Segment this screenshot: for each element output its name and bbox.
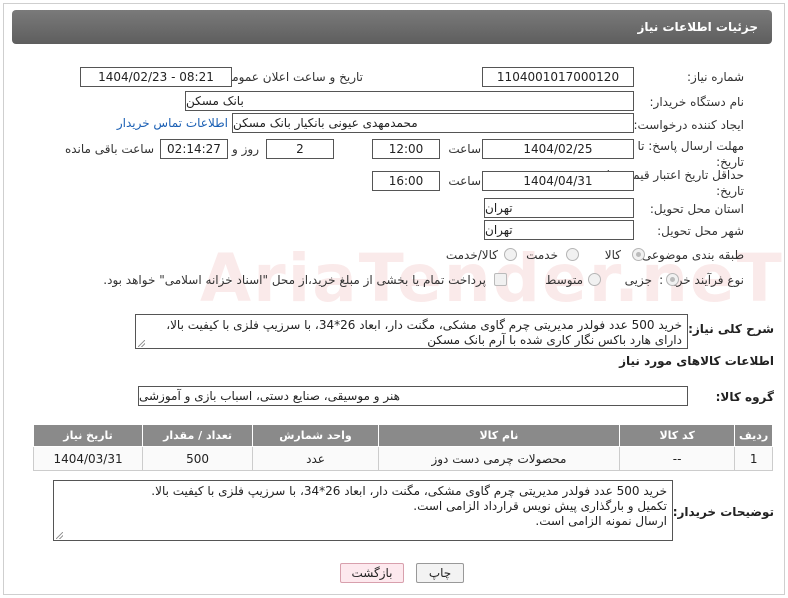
category-label: طبقه بندی موضوعی: [637, 248, 744, 262]
category-goods-label: کالا [604, 248, 621, 262]
deadline-label: مهلت ارسال پاسخ: تا تاریخ: [637, 139, 744, 169]
col-code: کد کالا [618, 424, 736, 447]
panel-title: جزئیات اطلاعات نیاز [637, 20, 758, 34]
contact-info-link[interactable]: اطلاعات تماس خریدار [117, 116, 228, 130]
validity-date-field: 1404/04/31 [482, 171, 634, 191]
days-label: روز و [232, 142, 259, 156]
category-service-radio[interactable] [566, 248, 579, 261]
process-medium-label: متوسط [545, 273, 583, 287]
category-both-radio[interactable] [504, 248, 517, 261]
creator-label: ایجاد کننده درخواست: [633, 118, 744, 132]
resize-grip-icon[interactable] [56, 532, 63, 539]
description-textarea[interactable]: خرید 500 عدد فولدر مدیریتی چرم گاوی مشکی… [135, 314, 688, 349]
goods-table-header: ردیف کد کالا نام کالا واحد شمارش تعداد /… [32, 424, 773, 447]
remaining-label: ساعت باقی مانده [64, 142, 154, 156]
announce-field: 1404/02/23 - 08:21 [80, 67, 232, 87]
print-button[interactable]: چاپ [416, 563, 464, 583]
goods-info-heading: اطلاعات کالاهای مورد نیاز [619, 354, 774, 368]
process-medium-radio[interactable] [588, 273, 601, 286]
col-name: نام کالا [377, 424, 620, 447]
buyer-org-field: بانک مسکن [185, 91, 634, 111]
deadline-date-field: 1404/02/25 [482, 139, 634, 159]
province-field: تهران [484, 198, 634, 218]
province-label: استان محل تحویل: [649, 202, 744, 216]
process-partial-label: جزیی [624, 273, 652, 287]
creator-field: محمدمهدی عیونی بانکیار بانک مسکن [232, 113, 634, 133]
goods-table: ردیف کد کالا نام کالا واحد شمارش تعداد /… [32, 424, 773, 471]
panel-header: جزئیات اطلاعات نیاز [12, 10, 772, 44]
city-label: شهر محل تحویل: [657, 224, 744, 238]
back-button[interactable]: بازگشت [340, 563, 404, 583]
description-label: شرح کلی نیاز: [688, 322, 774, 336]
need-number-field: 1104001017000120 [482, 67, 634, 87]
cell-row: 1 [734, 446, 773, 471]
cell-date: 1404/03/31 [32, 446, 144, 471]
goods-group-label: گروه کالا: [715, 390, 774, 404]
buyer-notes-textarea[interactable]: خرید 500 عدد فولدر مدیریتی چرم گاوی مشکی… [53, 480, 673, 541]
col-date: تاریخ نیاز [32, 424, 144, 447]
buyer-org-label: نام دستگاه خریدار: [649, 95, 745, 109]
validity-time-field: 16:00 [372, 171, 440, 191]
cell-name: محصولات چرمی دست دوز [377, 446, 620, 471]
deadline-time-label: ساعت [448, 142, 481, 156]
col-unit: واحد شمارش [252, 424, 379, 447]
buyer-notes-label: توضیحات خریدار: [672, 505, 774, 519]
city-field: تهران [484, 220, 634, 240]
category-goods-radio[interactable] [632, 248, 645, 261]
need-number-label: شماره نیاز: [687, 70, 744, 84]
validity-time-label: ساعت [448, 174, 481, 188]
treasury-payment-checkbox[interactable] [494, 273, 507, 286]
category-both-label: کالا/خدمت [445, 248, 498, 262]
goods-group-field: هنر و موسیقی، صنایع دستی، اسباب بازی و آ… [138, 386, 688, 406]
table-row: 1 -- محصولات چرمی دست دوز عدد 500 1404/0… [32, 446, 773, 471]
remaining-time-field: 02:14:27 [160, 139, 228, 159]
category-service-label: خدمت [526, 248, 558, 262]
deadline-time-field: 12:00 [372, 139, 440, 159]
col-row: ردیف [734, 424, 773, 447]
announce-label: تاریخ و ساعت اعلان عمومی: [218, 70, 363, 84]
cell-unit: عدد [252, 446, 379, 471]
cell-code: -- [618, 446, 736, 471]
cell-qty: 500 [142, 446, 254, 471]
resize-grip-icon[interactable] [138, 340, 145, 347]
col-qty: تعداد / مقدار [142, 424, 254, 447]
days-field: 2 [266, 139, 334, 159]
process-partial-radio[interactable] [666, 273, 679, 286]
treasury-payment-note: پرداخت تمام یا بخشی از مبلغ خرید،از محل … [103, 273, 486, 287]
